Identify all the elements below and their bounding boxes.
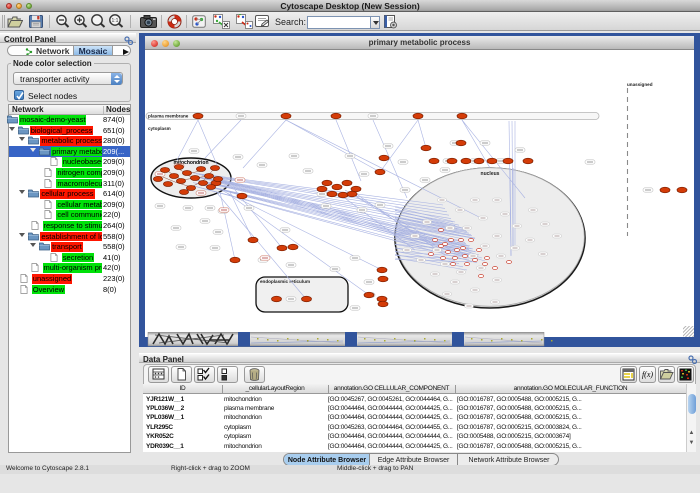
svg-text:plasma membrane: plasma membrane [148,114,189,119]
svg-text:1:1: 1:1 [112,18,119,24]
svg-text:nucleus: nucleus [481,171,500,177]
svg-text:unassigned: unassigned [627,82,653,87]
svg-text:cytoplasm: cytoplasm [148,126,171,131]
svg-text:endoplasmic reticulum: endoplasmic reticulum [260,279,310,284]
